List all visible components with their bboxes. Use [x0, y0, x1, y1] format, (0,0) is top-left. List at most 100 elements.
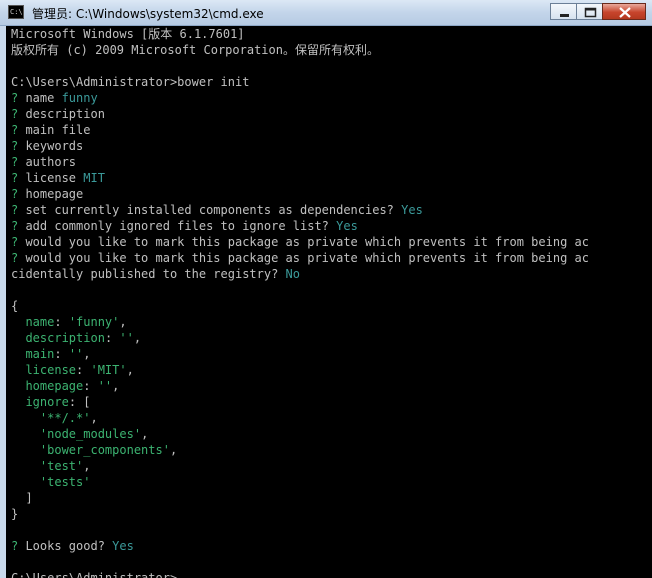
console-line: ? main file [6, 122, 652, 138]
json-punct: : [76, 363, 91, 377]
console-line: ? would you like to mark this package as… [6, 234, 652, 250]
console-line: ignore: [ [6, 394, 652, 410]
console-text: description [25, 107, 105, 121]
console-line: 'bower_components', [6, 442, 652, 458]
json-key: description [25, 331, 105, 345]
caption-buttons [550, 3, 646, 21]
json-key: main [25, 347, 55, 361]
console-line: 'node_modules', [6, 426, 652, 442]
json-punct: , [119, 315, 127, 329]
cmd-window: C:\ 管理员: C:\Windows\system32\cmd.exe Mic… [0, 0, 652, 578]
console-text: ] [11, 491, 33, 505]
console-text: name [25, 91, 62, 105]
minimize-icon [560, 14, 569, 17]
json-punct: , [112, 379, 120, 393]
console-line: 版权所有 (c) 2009 Microsoft Corporation。保留所有… [6, 42, 652, 58]
console-line: '**/.*', [6, 410, 652, 426]
window-title: 管理员: C:\Windows\system32\cmd.exe [32, 7, 264, 21]
console-text: set currently installed components as de… [25, 203, 402, 217]
question-mark: ? [11, 155, 26, 169]
console-text: main file [25, 123, 91, 137]
console-line: ? authors [6, 154, 652, 170]
console-text: Looks good? [25, 539, 113, 553]
json-key: homepage [25, 379, 84, 393]
console-line: main: '', [6, 346, 652, 362]
json-punct: , [141, 427, 149, 441]
json-key: license [25, 363, 77, 377]
json-value: 'bower_components' [39, 443, 170, 457]
console-line: ? would you like to mark this package as… [6, 250, 652, 266]
question-mark: ? [11, 91, 26, 105]
console-line: 'tests' [6, 474, 652, 490]
console-text: homepage [25, 187, 84, 201]
console-line: license: 'MIT', [6, 362, 652, 378]
json-key: name [25, 315, 55, 329]
maximize-button[interactable] [576, 3, 603, 20]
json-punct: , [169, 443, 178, 457]
prompt-answer: Yes [336, 219, 358, 233]
prompt-answer: Yes [401, 203, 423, 217]
json-value: '' [119, 331, 134, 345]
cmd-app-icon[interactable]: C:\ [8, 5, 24, 19]
console-text: would you like to mark this package as p… [25, 235, 589, 249]
console-line: } [6, 506, 652, 522]
console-line: ? keywords [6, 138, 652, 154]
question-mark: ? [11, 251, 26, 265]
question-mark: ? [11, 235, 26, 249]
question-mark: ? [11, 219, 26, 233]
console-text: { [11, 299, 19, 313]
console-line: { [6, 298, 652, 314]
prompt-answer: Yes [112, 539, 134, 553]
minimize-button[interactable] [550, 3, 577, 20]
console-text: C:\Users\Administrator> [11, 571, 178, 578]
console-line: ? license MIT [6, 170, 652, 186]
console-text: authors [25, 155, 77, 169]
console-line: ? Looks good? Yes [6, 538, 652, 554]
json-value: 'tests' [39, 475, 91, 489]
console-line: ] [6, 490, 652, 506]
json-key: ignore [25, 395, 69, 409]
prompt-answer: MIT [83, 171, 105, 185]
json-value: 'test' [39, 459, 84, 473]
prompt-answer: funny [61, 91, 98, 105]
question-mark: ? [11, 107, 26, 121]
json-punct: : [54, 315, 69, 329]
console-text: 版权所有 (c) 2009 Microsoft Corporation。保留所有… [11, 43, 379, 57]
close-button[interactable] [602, 3, 646, 20]
console-text: add commonly ignored files to ignore lis… [25, 219, 337, 233]
prompt-answer: No [285, 267, 300, 281]
console-line: C:\Users\Administrator> [6, 570, 652, 578]
json-punct: : [104, 331, 120, 345]
console-text: cidentally published to the registry? [11, 267, 286, 281]
json-punct: , [90, 411, 98, 425]
json-punct: , [126, 363, 134, 377]
console-line: ? name funny [6, 90, 652, 106]
question-mark: ? [11, 203, 26, 217]
json-punct: , [83, 347, 91, 361]
question-mark: ? [11, 123, 26, 137]
title-bar[interactable]: C:\ 管理员: C:\Windows\system32\cmd.exe [0, 0, 652, 26]
json-punct: , [83, 459, 91, 473]
maximize-icon [584, 7, 597, 18]
console-line: cidentally published to the registry? No [6, 266, 652, 282]
console-text: C:\Users\Administrator>bower init [11, 75, 250, 89]
question-mark: ? [11, 139, 26, 153]
console-output[interactable]: Microsoft Windows [版本 6.1.7601] 版权所有 (c) … [6, 26, 652, 578]
console-line: C:\Users\Administrator>bower init [6, 74, 652, 90]
console-text: license [25, 171, 84, 185]
console-line: ? add commonly ignored files to ignore l… [6, 218, 652, 234]
json-value: 'node_modules' [39, 427, 142, 441]
console-text: } [11, 507, 19, 521]
console-line: ? homepage [6, 186, 652, 202]
